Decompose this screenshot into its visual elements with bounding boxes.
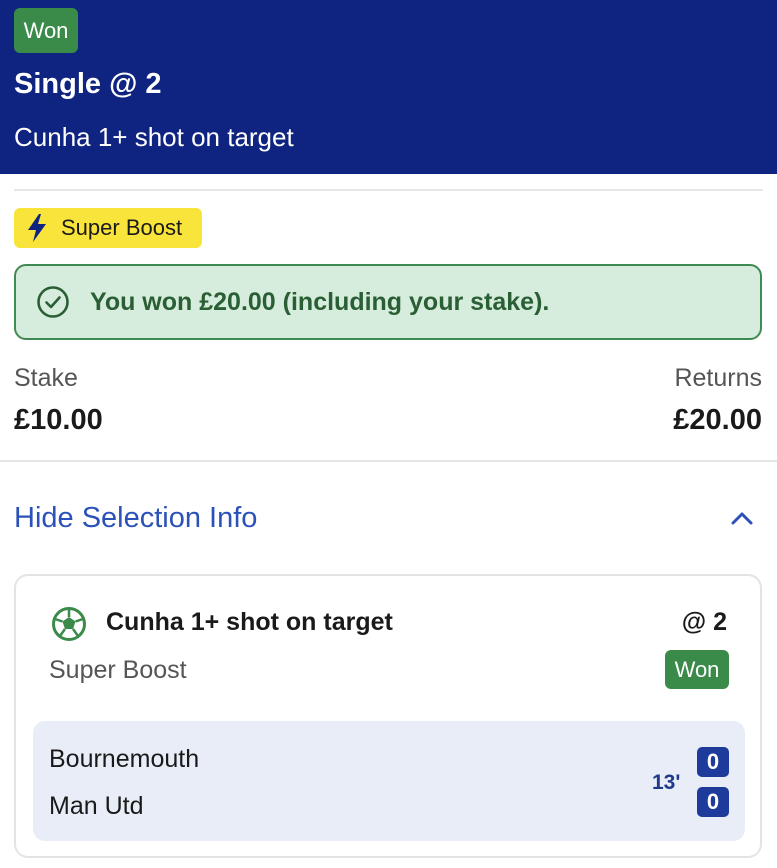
stake-label: Stake bbox=[14, 364, 78, 392]
divider bbox=[0, 460, 777, 462]
status-badge: Won bbox=[14, 8, 78, 53]
away-score: 0 bbox=[697, 787, 729, 817]
super-boost-label: Super Boost bbox=[61, 215, 183, 240]
bet-subtitle: Cunha 1+ shot on target bbox=[14, 122, 294, 152]
selection-status-badge: Won bbox=[665, 650, 729, 689]
selection-card: Cunha 1+ shot on target @ 2 Super Boost … bbox=[14, 574, 762, 858]
hide-selection-info-link[interactable]: Hide Selection Info bbox=[14, 502, 257, 535]
selection-name: Cunha 1+ shot on target bbox=[106, 608, 393, 636]
super-boost-tag: Super Boost bbox=[14, 208, 202, 248]
chevron-up-icon[interactable] bbox=[728, 505, 756, 533]
away-team: Man Utd bbox=[49, 792, 144, 820]
bet-header: Won Single @ 2 Cunha 1+ shot on target bbox=[0, 0, 777, 174]
lightning-bolt-icon bbox=[28, 214, 46, 242]
check-circle-icon bbox=[37, 286, 69, 318]
divider bbox=[14, 189, 763, 191]
bet-title: Single @ 2 bbox=[14, 68, 162, 100]
football-icon bbox=[52, 607, 86, 641]
returns-value: £20.00 bbox=[673, 404, 762, 436]
selection-type: Super Boost bbox=[49, 656, 187, 684]
match-scoreboard[interactable]: Bournemouth Man Utd 13' 0 0 bbox=[33, 721, 745, 841]
match-time: 13' bbox=[652, 771, 681, 794]
stake-value: £10.00 bbox=[14, 404, 103, 436]
home-team: Bournemouth bbox=[49, 745, 200, 773]
returns-label: Returns bbox=[674, 364, 762, 392]
won-banner: You won £20.00 (including your stake). bbox=[14, 264, 762, 340]
home-score: 0 bbox=[697, 747, 729, 777]
won-banner-text: You won £20.00 (including your stake). bbox=[90, 287, 550, 316]
selection-odds: @ 2 bbox=[681, 608, 727, 636]
